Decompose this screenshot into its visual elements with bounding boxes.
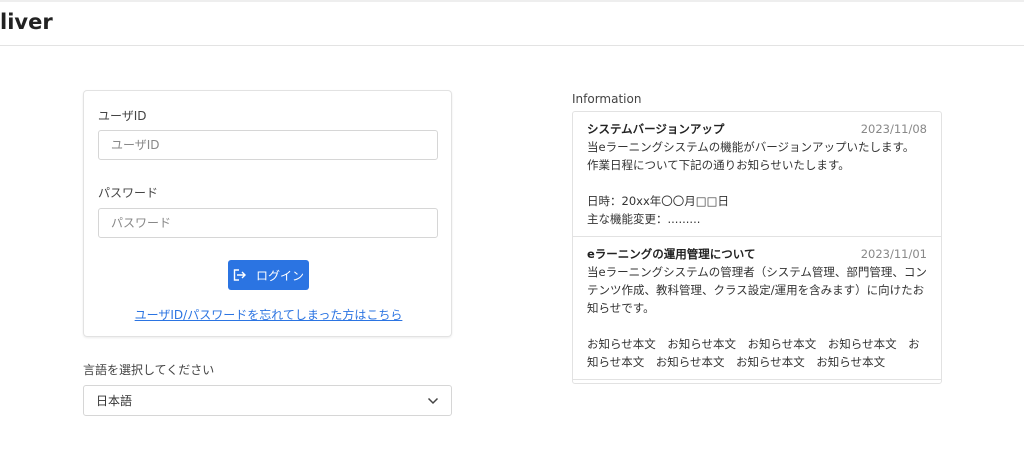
- login-icon: [233, 269, 246, 281]
- info-item-title: eラーニングの運用管理について: [587, 247, 756, 261]
- info-item-title: システムバージョンアップ: [587, 122, 725, 136]
- password-label: パスワード: [98, 186, 159, 200]
- language-label: 言語を選択してください: [83, 363, 215, 377]
- information-panel: システムバージョンアップ 2023/11/08 当eラーニングシステムの機能がバ…: [572, 111, 942, 384]
- info-item-date: 2023/11/01: [860, 247, 927, 261]
- info-item-body: 当eラーニングシステムの機能がバージョンアップいたします。 作業日程について下記…: [587, 140, 915, 226]
- login-button-label: ログイン: [255, 268, 304, 283]
- password-input[interactable]: [98, 208, 438, 238]
- info-item[interactable]: システムバージョンアップ 2023/11/08 当eラーニングシステムの機能がバ…: [573, 112, 941, 237]
- language-select[interactable]: 日本語: [83, 385, 452, 416]
- userid-input[interactable]: [98, 130, 438, 160]
- info-item-body: 当eラーニングシステムの管理者（システム管理、部門管理、コンテンツ作成、教科管理…: [587, 265, 927, 369]
- forgot-password-link[interactable]: ユーザID/パスワードを忘れてしまった方はこちら: [84, 306, 453, 323]
- login-card: ユーザID パスワード ログイン ユーザID/パスワードを忘れてしまった方はこち…: [83, 90, 452, 337]
- userid-label: ユーザID: [98, 109, 147, 123]
- chevron-down-icon: [427, 397, 439, 404]
- info-item[interactable]: eラーニングの運用管理について 2023/11/01 当eラーニングシステムの管…: [573, 237, 941, 380]
- login-button[interactable]: ログイン: [228, 260, 309, 290]
- info-item-date: 2023/11/08: [860, 122, 927, 136]
- language-selected: 日本語: [96, 394, 133, 408]
- information-label: Information: [572, 92, 642, 106]
- logo: liver: [0, 10, 53, 34]
- header: liver: [0, 2, 1024, 46]
